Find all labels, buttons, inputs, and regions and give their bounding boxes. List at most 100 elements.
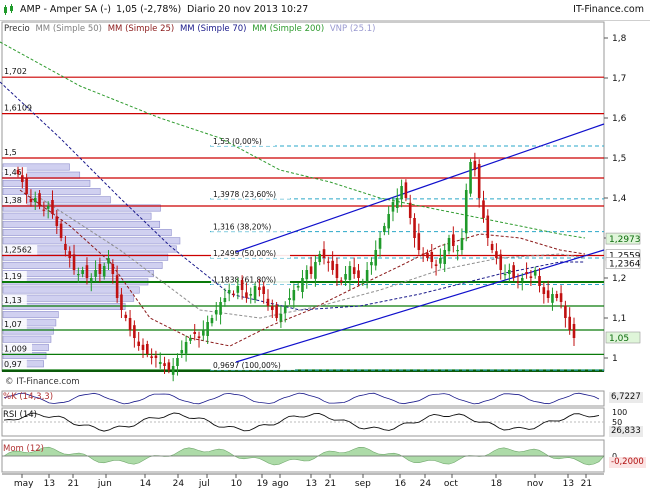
vnp-bar [2,229,172,237]
legend-mm25: MM (Simple 25) [107,24,175,34]
candle-body [572,324,576,338]
vnp-bar [2,237,181,245]
candle-body [120,294,123,310]
x-axis-label: 21 [581,479,592,489]
candle-body [404,182,408,198]
candle-body [167,362,171,370]
candle-body [89,278,93,282]
candle-body [348,266,352,280]
candle-body [383,226,386,232]
candle-body [85,265,89,278]
candle-body [374,250,378,266]
stoch-value-badge: 6,7227 [609,392,643,403]
candle-body [163,363,166,366]
x-axis-label: 24 [420,479,432,489]
vnp-bar [2,179,91,187]
candle-body [137,341,140,346]
candle-body [77,274,80,276]
candle-body [426,252,429,258]
legend-price: Precio [4,24,30,34]
candle-body [124,314,128,318]
level-label: 1,6109 [4,104,32,113]
candle-body [223,298,227,302]
x-axis-label: 19 [257,479,269,489]
x-axis-label: ago [272,479,289,489]
fib-label: 0,9697 (100,00%) [213,361,281,370]
candle-body [33,198,37,202]
candle-body [443,250,446,264]
vnp-bar [2,220,161,228]
price-axis-label: 1,5 [612,154,626,164]
legend-mm200: MM (Simple 200) [252,24,325,34]
candle-body [339,280,343,282]
candle-body [464,190,468,234]
fib-label: 1,3978 (23,60%) [213,190,276,199]
candle-body [335,264,339,278]
level-label: 1,13 [4,296,22,305]
candle-body [38,193,41,206]
indicator-legend: Precio MM (Simple 50) MM (Simple 25) MM … [4,24,378,34]
legend-vnp: VNP (25.1) [329,24,376,34]
level-label: 0,97 [4,360,22,369]
candle-body [180,350,184,354]
x-axis-label: 18 [491,479,503,489]
legend-mm70: MM (Simple 70) [179,24,247,34]
candle-body [482,200,485,218]
fib-label: 1,316 (38,20%) [213,223,271,232]
candle-body [357,270,360,278]
candle-body [197,336,201,338]
x-axis-label: sep [355,479,371,489]
candle-body [525,272,528,274]
candle-body [176,358,179,366]
candle-body [249,294,253,296]
candle-body [270,306,274,310]
price-axis-label: 1,4 [612,194,627,204]
candle-body [232,293,235,295]
candle-body [400,186,403,200]
fib-label: 1,2499 (50,00%) [213,249,276,258]
candle-body [245,292,248,298]
x-axis-label: may [14,479,34,489]
candle-body [568,316,571,330]
candle-body [361,282,365,284]
candle-body [542,287,546,294]
price-chart: 1,81,71,61,51,41,31,21,111,7021,61091,51… [0,21,641,489]
vnp-bar [2,212,152,220]
candle-body [551,294,554,303]
candle-body [46,206,50,209]
candle-body [456,250,459,252]
x-axis-label: 13 [306,479,317,489]
x-axis-label: 21 [325,479,336,489]
x-axis-label: 21 [68,479,79,489]
candle-body [309,266,313,274]
candle-body [434,264,438,266]
candle-body [430,252,434,262]
candle-body [495,251,498,258]
candle-body [314,262,317,279]
candle-body [378,238,382,249]
legend-mm50: MM (Simple 50) [35,24,102,34]
candle-body [279,314,283,322]
watermark: © IT-Finance.com [5,377,80,387]
candle-body [29,198,33,202]
candle-body [460,238,464,250]
candle-body [184,342,188,354]
stoch-panel-title: %K (14,3,3) [3,392,54,402]
candle-body [538,276,541,286]
vnp-bar [2,188,101,196]
mom-value-badge: -0,2000 [609,457,646,468]
candle-body [219,302,222,315]
candle-body [59,223,63,238]
candle-body [452,234,455,246]
level-label: 1,2562 [4,246,32,255]
candle-body [189,338,192,341]
x-axis-label: oct [444,479,458,489]
x-axis-label: jun [97,479,112,489]
vnp-bar [2,335,52,343]
x-axis-label: 16 [395,479,407,489]
candle-body [301,278,304,292]
candle-body [111,264,115,274]
x-axis-label: 13 [44,479,55,489]
candle-body [344,274,347,280]
candle-body [158,362,162,364]
